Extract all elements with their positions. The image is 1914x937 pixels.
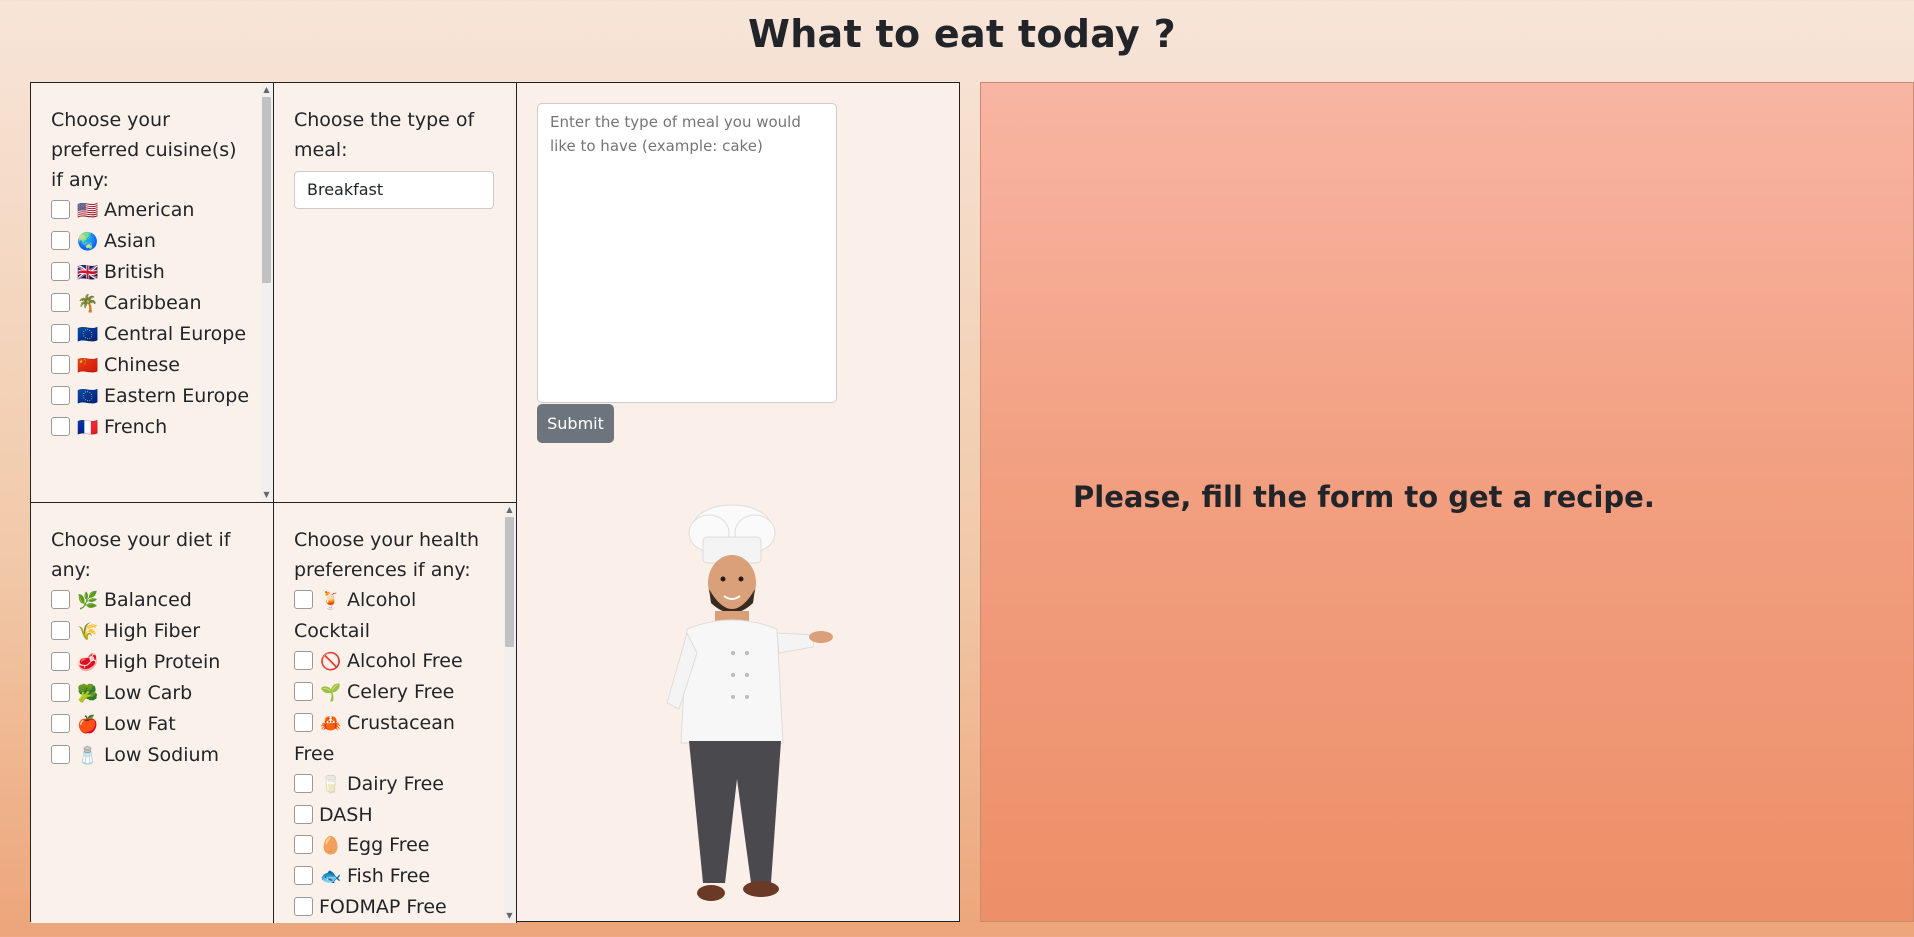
health-panel: Choose your health preferences if any: 🍹… bbox=[274, 503, 517, 923]
health-option-alcohol-cocktail[interactable]: 🍹 Alcohol Cocktail bbox=[294, 585, 496, 646]
cuisine-option-asian[interactable]: 🌏 Asian bbox=[51, 226, 253, 257]
globe-asia-icon: 🌏 bbox=[77, 232, 99, 252]
checkbox[interactable] bbox=[294, 713, 313, 732]
flag-fr-icon: 🇫🇷 bbox=[77, 418, 99, 438]
health-option-fish-free[interactable]: 🐟 Fish Free bbox=[294, 861, 496, 892]
scroll-down-icon[interactable]: ▼ bbox=[262, 490, 271, 500]
health-option-alcohol-free[interactable]: 🚫 Alcohol Free bbox=[294, 646, 496, 677]
broccoli-icon: 🥦 bbox=[77, 684, 99, 704]
checkbox[interactable] bbox=[51, 417, 70, 436]
page-title: What to eat today ? bbox=[747, 12, 1176, 56]
checkbox[interactable] bbox=[294, 774, 313, 793]
meal-type-heading: Choose the type of meal: bbox=[294, 109, 475, 161]
diet-panel: Choose your diet if any: 🌿 Balanced 🌾 High… bbox=[31, 503, 274, 923]
meal-type-panel: Choose the type of meal: Breakfast bbox=[274, 83, 517, 503]
cuisine-scrollbar[interactable]: ▲ ▼ bbox=[261, 83, 273, 502]
health-heading: Choose your health preferences if any: bbox=[294, 529, 480, 581]
checkbox[interactable] bbox=[294, 590, 313, 609]
cuisine-option-caribbean[interactable]: 🌴 Caribbean bbox=[51, 288, 253, 319]
cuisine-option-french[interactable]: 🇫🇷 French bbox=[51, 412, 253, 443]
health-option-crustacean-free[interactable]: 🦀 Crustacean Free bbox=[294, 708, 496, 769]
result-message: Please, fill the form to get a recipe. bbox=[1073, 480, 1655, 514]
recipe-form: Choose your preferred cuisine(s) if any:… bbox=[30, 82, 961, 923]
checkbox[interactable] bbox=[294, 835, 313, 854]
meat-icon: 🥩 bbox=[77, 653, 99, 673]
checkbox[interactable] bbox=[51, 621, 70, 640]
salt-icon: 🧂 bbox=[77, 746, 99, 766]
cuisine-option-central-europe[interactable]: 🇪🇺 Central Europe bbox=[51, 319, 253, 350]
cuisine-option-american[interactable]: 🇺🇸 American bbox=[51, 195, 253, 226]
checkbox[interactable] bbox=[294, 805, 313, 824]
checkbox[interactable] bbox=[294, 866, 313, 885]
health-option-dash[interactable]: DASH bbox=[294, 800, 496, 830]
scroll-up-icon[interactable]: ▲ bbox=[505, 505, 514, 515]
recipe-result-panel: Please, fill the form to get a recipe. bbox=[980, 82, 1914, 922]
checkbox[interactable] bbox=[51, 355, 70, 374]
diet-option-high-fiber[interactable]: 🌾 High Fiber bbox=[51, 616, 253, 647]
cuisine-option-chinese[interactable]: 🇨🇳 Chinese bbox=[51, 350, 253, 381]
scrollbar-thumb[interactable] bbox=[262, 97, 271, 283]
health-option-celery-free[interactable]: 🌱 Celery Free bbox=[294, 677, 496, 708]
seedling-icon: 🌱 bbox=[320, 683, 342, 703]
health-scrollbar[interactable]: ▲ ▼ bbox=[504, 503, 516, 923]
checkbox[interactable] bbox=[51, 590, 70, 609]
flag-cn-icon: 🇨🇳 bbox=[77, 356, 99, 376]
egg-icon: 🥚 bbox=[320, 836, 342, 856]
checkbox[interactable] bbox=[294, 897, 313, 916]
health-option-fodmap-free[interactable]: FODMAP Free bbox=[294, 892, 496, 922]
checkbox[interactable] bbox=[51, 324, 70, 343]
checkbox[interactable] bbox=[294, 651, 313, 670]
checkbox[interactable] bbox=[51, 262, 70, 281]
diet-option-low-sodium[interactable]: 🧂 Low Sodium bbox=[51, 740, 253, 771]
cuisine-option-eastern-europe[interactable]: 🇪🇺 Eastern Europe bbox=[51, 381, 253, 412]
herb-icon: 🌿 bbox=[77, 591, 99, 611]
scroll-down-icon[interactable]: ▼ bbox=[505, 911, 514, 921]
flag-eu-icon: 🇪🇺 bbox=[77, 325, 99, 345]
meal-type-select[interactable]: Breakfast bbox=[294, 171, 494, 209]
diet-option-low-carb[interactable]: 🥦 Low Carb bbox=[51, 678, 253, 709]
health-option-dairy-free[interactable]: 🥛 Dairy Free bbox=[294, 769, 496, 800]
checkbox[interactable] bbox=[51, 683, 70, 702]
scrollbar-thumb[interactable] bbox=[505, 517, 514, 647]
checkbox[interactable] bbox=[51, 652, 70, 671]
flag-us-icon: 🇺🇸 bbox=[77, 201, 99, 221]
checkbox[interactable] bbox=[51, 231, 70, 250]
wheat-icon: 🌾 bbox=[77, 622, 99, 642]
apple-icon: 🍎 bbox=[77, 715, 99, 735]
cuisine-panel: Choose your preferred cuisine(s) if any:… bbox=[31, 83, 274, 503]
palm-tree-icon: 🌴 bbox=[77, 294, 99, 314]
checkbox[interactable] bbox=[51, 293, 70, 312]
checkbox[interactable] bbox=[51, 714, 70, 733]
diet-option-low-fat[interactable]: 🍎 Low Fat bbox=[51, 709, 253, 740]
checkbox[interactable] bbox=[51, 200, 70, 219]
diet-option-balanced[interactable]: 🌿 Balanced bbox=[51, 585, 253, 616]
checkbox[interactable] bbox=[51, 745, 70, 764]
meal-request-panel: Submit bbox=[517, 83, 961, 923]
cuisine-option-british[interactable]: 🇬🇧 British bbox=[51, 257, 253, 288]
submit-button[interactable]: Submit bbox=[537, 404, 614, 443]
diet-heading: Choose your diet if any: bbox=[51, 529, 231, 581]
checkbox[interactable] bbox=[294, 682, 313, 701]
meal-request-input[interactable] bbox=[537, 103, 837, 403]
health-option-egg-free[interactable]: 🥚 Egg Free bbox=[294, 830, 496, 861]
no-alcohol-icon: 🚫 bbox=[320, 652, 342, 672]
milk-icon: 🥛 bbox=[320, 775, 342, 795]
checkbox[interactable] bbox=[51, 386, 70, 405]
diet-option-high-protein[interactable]: 🥩 High Protein bbox=[51, 647, 253, 678]
flag-gb-icon: 🇬🇧 bbox=[77, 263, 99, 283]
crab-icon: 🦀 bbox=[320, 714, 342, 734]
scroll-up-icon[interactable]: ▲ bbox=[262, 85, 271, 95]
flag-eu-icon: 🇪🇺 bbox=[77, 387, 99, 407]
cocktail-icon: 🍹 bbox=[320, 591, 342, 611]
chef-hat-icon bbox=[688, 504, 776, 564]
chef-illustration bbox=[666, 504, 833, 901]
fish-icon: 🐟 bbox=[320, 867, 342, 887]
cuisine-heading: Choose your preferred cuisine(s) if any: bbox=[51, 109, 237, 191]
